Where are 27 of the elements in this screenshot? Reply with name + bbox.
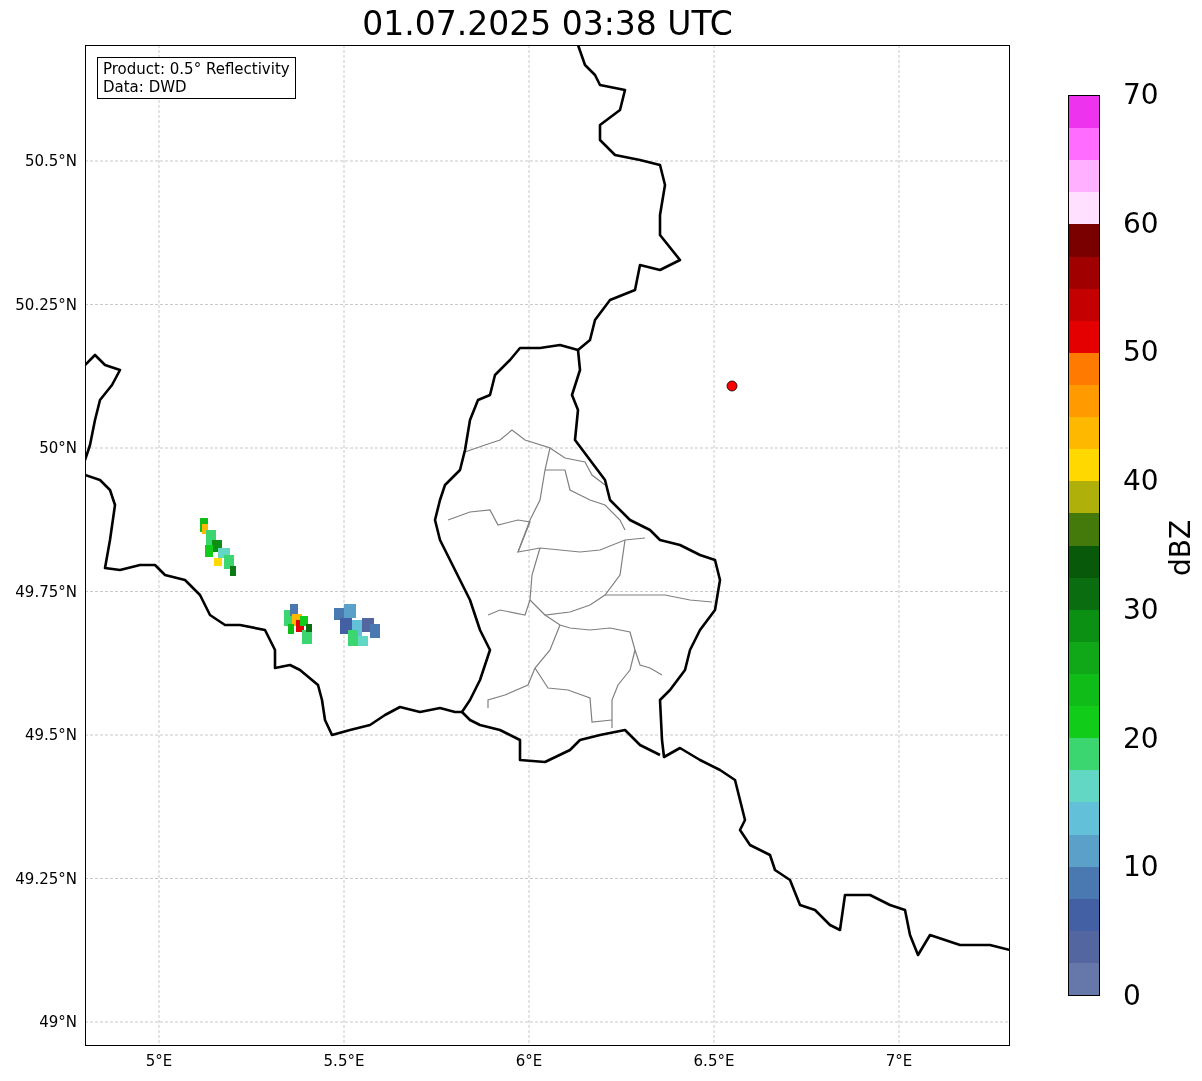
colorbar-tick-label: 10 — [1123, 852, 1159, 883]
colorbar-tick-label: 30 — [1123, 594, 1159, 625]
latitude-label: 50°N — [39, 439, 77, 457]
latitude-label: 50.25°N — [15, 295, 77, 314]
longitude-label: 5.5°E — [323, 1052, 365, 1070]
radar-echo-drawing — [284, 604, 312, 644]
chart-title: 01.07.2025 03:38 UTC — [361, 4, 734, 44]
info-box: Product: 0.5° Reflectivity Data: DWD — [97, 57, 296, 99]
colorbar-tick-label: 0 — [1123, 981, 1141, 1011]
colorbar-tick-label: 70 — [1123, 80, 1159, 110]
colorbar-tick-label: 60 — [1123, 208, 1159, 239]
latitude-label: 49.5°N — [24, 726, 77, 744]
colorbar-tick-label: 20 — [1123, 723, 1159, 754]
colorbar-label: dBZ — [1163, 519, 1197, 577]
radar-echo-drawing — [200, 518, 236, 576]
latitude-label: 50.5°N — [24, 152, 77, 170]
longitude-label: 5°E — [145, 1052, 173, 1070]
colorbar-tick-label: 40 — [1123, 466, 1159, 497]
latitude-label: 49.25°N — [15, 869, 77, 888]
colorbar-tick-label: 50 — [1123, 337, 1159, 368]
latitude-label: 49.75°N — [15, 582, 77, 601]
longitude-label: 6°E — [515, 1052, 543, 1070]
radar-echo-drawing — [334, 604, 380, 646]
longitude-label: 6.5°E — [693, 1052, 735, 1070]
longitude-label: 7°E — [885, 1052, 913, 1070]
radar-site-marker — [726, 380, 738, 392]
latitude-label: 49°N — [39, 1013, 77, 1031]
